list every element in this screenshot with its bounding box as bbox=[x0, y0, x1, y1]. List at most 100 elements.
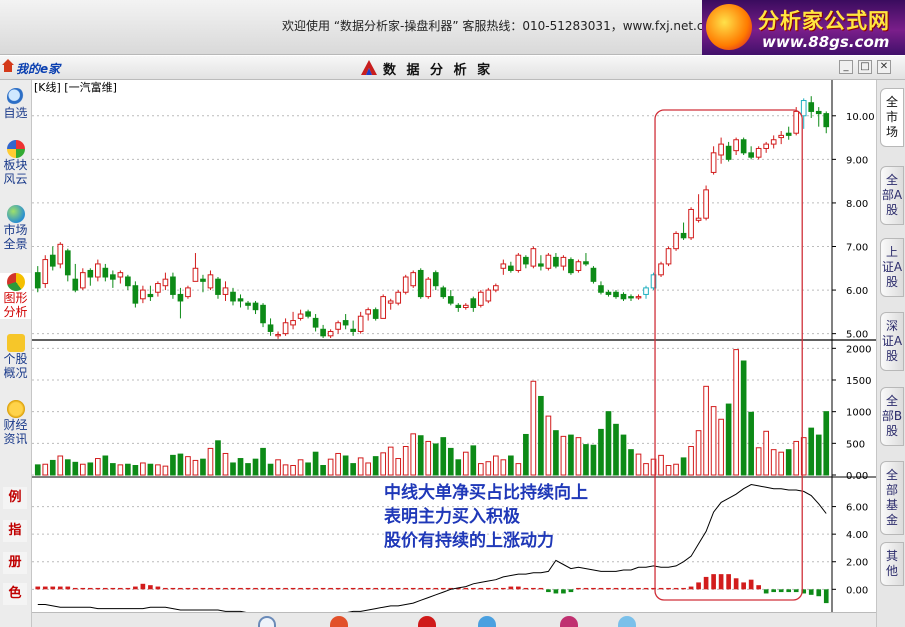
brand-url: www.88gs.com bbox=[762, 33, 890, 51]
candle-body bbox=[740, 139, 747, 154]
globe-icon bbox=[6, 205, 25, 223]
indicator-bar bbox=[185, 587, 191, 590]
volume-bar bbox=[530, 380, 537, 476]
candle-body bbox=[770, 139, 777, 145]
color-button[interactable]: 色 bbox=[3, 583, 27, 605]
chart-title: [K线] [一汽富维] bbox=[34, 80, 117, 94]
zoom-icon[interactable] bbox=[258, 616, 276, 627]
candle-body bbox=[515, 254, 522, 271]
nav-item-sectors[interactable]: 板块风云 bbox=[0, 140, 31, 186]
price-tick-label: 10.00 bbox=[846, 112, 875, 123]
tab-all-funds[interactable]: 全部基金 bbox=[880, 461, 904, 535]
candle-body bbox=[110, 274, 116, 280]
indicator-bar bbox=[523, 587, 529, 590]
indicator-bar bbox=[463, 587, 469, 590]
candle-body bbox=[147, 293, 154, 298]
maximize-button[interactable]: □ bbox=[858, 60, 872, 74]
brand-ad[interactable]: 分析家公式网 www.88gs.com bbox=[702, 0, 905, 55]
indicator-bar bbox=[808, 589, 814, 595]
volume-bar bbox=[823, 411, 830, 476]
volume-bar bbox=[87, 462, 94, 476]
candle-body bbox=[545, 254, 552, 269]
nav-label: 市场全景 bbox=[3, 223, 28, 251]
indicator-bar bbox=[403, 587, 409, 590]
indicator-bar bbox=[688, 586, 694, 590]
candle-body bbox=[267, 324, 274, 332]
magnifier-icon bbox=[6, 88, 25, 106]
example-button[interactable]: 例 bbox=[3, 487, 27, 509]
indicator-bar bbox=[561, 589, 566, 594]
indicator-bar bbox=[170, 587, 176, 590]
candle-body bbox=[200, 278, 206, 282]
market-tabs: 全市场 全部A股 上证A股 深证A股 全部B股 全部基金 其他 bbox=[876, 80, 905, 627]
candle-body bbox=[357, 315, 364, 332]
nav-item-chart-analysis[interactable]: 图形分析 bbox=[0, 273, 31, 319]
indicator-bar bbox=[260, 587, 266, 590]
indicator-bar bbox=[328, 587, 333, 590]
tab-all-a-shares[interactable]: 全部A股 bbox=[880, 166, 904, 225]
tab-shanghai-a[interactable]: 上证A股 bbox=[880, 238, 904, 297]
tab-shenzhen-a[interactable]: 深证A股 bbox=[880, 312, 904, 371]
volume-bar bbox=[447, 447, 454, 476]
cloud-icon[interactable] bbox=[478, 616, 496, 627]
indicator-bar bbox=[786, 589, 792, 593]
indicator-bar bbox=[57, 586, 63, 590]
nav-item-stock-profile[interactable]: 个股概况 bbox=[0, 334, 31, 380]
gift-icon[interactable] bbox=[560, 616, 578, 627]
tab-all-b-shares[interactable]: 全部B股 bbox=[880, 387, 904, 446]
volume-bar bbox=[34, 464, 41, 476]
up-arrow-icon[interactable] bbox=[418, 616, 436, 627]
nav-item-watchlist[interactable]: 自选 bbox=[0, 88, 31, 120]
indicator-bar bbox=[253, 587, 258, 590]
indicator-bar bbox=[163, 587, 168, 590]
indicator-bar bbox=[553, 589, 559, 594]
volume-bar bbox=[710, 406, 717, 476]
indicator-bar bbox=[628, 587, 634, 590]
indicator-bar bbox=[245, 587, 251, 590]
manual-button[interactable]: 册 bbox=[3, 552, 27, 574]
app-logo-icon bbox=[361, 60, 377, 75]
home-link[interactable]: 我的e家 bbox=[16, 60, 60, 77]
volume-bar bbox=[192, 459, 199, 476]
nav-item-market[interactable]: 市场全景 bbox=[0, 205, 31, 251]
volume-bar bbox=[110, 463, 116, 476]
volume-bar bbox=[417, 435, 424, 476]
volume-bar bbox=[658, 454, 664, 476]
volume-bar bbox=[515, 463, 522, 476]
candle-body bbox=[530, 248, 537, 267]
indicator-bar bbox=[643, 587, 649, 590]
candle-body bbox=[372, 309, 379, 319]
indicator-bar bbox=[410, 587, 416, 590]
volume-bar bbox=[613, 423, 619, 476]
indicator-button[interactable]: 指 bbox=[3, 520, 27, 542]
indicator-bar bbox=[155, 586, 161, 590]
volume-bar bbox=[553, 430, 559, 476]
weather-icon[interactable] bbox=[618, 616, 636, 627]
candle-body bbox=[658, 263, 664, 276]
candle-body bbox=[613, 291, 619, 298]
volume-bar bbox=[177, 453, 184, 476]
nav-item-finance-news[interactable]: 财经资讯 bbox=[0, 400, 31, 446]
candle-body bbox=[417, 269, 424, 298]
indicator-bar bbox=[748, 579, 754, 590]
candle-body bbox=[335, 322, 341, 330]
tool-icon[interactable] bbox=[330, 616, 348, 627]
nav-label: 个股概况 bbox=[3, 352, 28, 380]
indicator-bar bbox=[320, 587, 326, 590]
tab-other[interactable]: 其他 bbox=[880, 542, 904, 586]
kline-chart[interactable]: [K线] [一汽富维] 5.00 6.00 7.00 8.00 9.00 10.00 0.0… bbox=[32, 80, 876, 612]
minimize-button[interactable]: _ bbox=[839, 60, 853, 74]
volume-bar bbox=[230, 462, 236, 476]
volume-bar bbox=[207, 447, 214, 476]
indicator-tick-label: 2.00 bbox=[846, 558, 868, 569]
indicator-bar bbox=[778, 589, 784, 593]
flower-logo-icon bbox=[706, 4, 752, 50]
close-button[interactable]: ✕ bbox=[877, 60, 891, 74]
indicator-bar bbox=[133, 586, 138, 590]
volume-bar bbox=[508, 455, 514, 476]
candle-body bbox=[808, 102, 815, 112]
volume-bar bbox=[402, 446, 409, 476]
tab-all-market[interactable]: 全市场 bbox=[880, 88, 904, 147]
candlesticks bbox=[34, 96, 830, 339]
volume-bar bbox=[688, 446, 694, 476]
